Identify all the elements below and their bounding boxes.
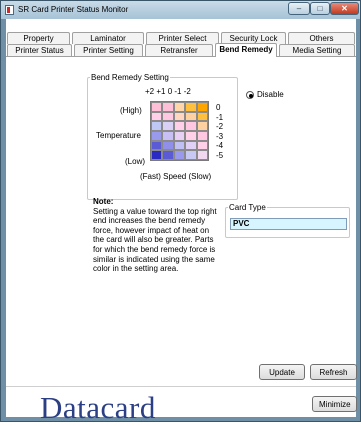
grid-cell[interactable] (173, 111, 186, 122)
temperature-scale: 0 -1 -2 -3 -4 -5 (216, 103, 223, 160)
tab-panel-border (6, 56, 356, 57)
grid-cell[interactable] (162, 111, 174, 122)
tab-media-setting[interactable]: Media Setting (279, 44, 355, 56)
grid-cell[interactable] (151, 140, 163, 151)
app-window: SR Card Printer Status Monitor – □ ✕ Pro… (0, 0, 361, 425)
grid-cell[interactable] (151, 121, 163, 131)
temp-scale-value: 0 (216, 103, 221, 112)
grid-cell[interactable] (196, 150, 208, 160)
grid-cell[interactable] (173, 150, 186, 160)
temp-scale-value: -3 (216, 131, 224, 141)
grid-cell[interactable] (151, 131, 163, 141)
grid-cell[interactable] (151, 150, 163, 160)
grid-cell[interactable] (185, 140, 197, 151)
bend-remedy-grid[interactable] (150, 101, 209, 161)
minimize-button[interactable]: Minimize (312, 396, 357, 412)
speed-values-header: +2 +1 0 -1 -2 (145, 87, 191, 96)
grid-cell[interactable] (196, 102, 208, 112)
grid-cell[interactable] (173, 102, 186, 112)
low-label: (Low) (125, 157, 146, 166)
datacard-logo: Datacard (40, 390, 156, 425)
maximize-window-button[interactable]: □ (310, 2, 330, 15)
client-area: Property Laminator Printer Select Securi… (6, 19, 357, 425)
grid-cell[interactable] (185, 121, 197, 131)
grid-cell[interactable] (173, 121, 186, 131)
grid-cell[interactable] (185, 102, 197, 112)
tab-others[interactable]: Others (288, 32, 355, 44)
grid-cell[interactable] (151, 111, 163, 122)
update-button[interactable]: Update (259, 364, 305, 380)
grid-cell[interactable] (162, 150, 174, 160)
grid-cell[interactable] (151, 102, 163, 112)
disable-label: Disable (257, 90, 284, 99)
card-type-label: Card Type (229, 203, 266, 212)
grid-cell[interactable] (196, 140, 208, 151)
grid-cell[interactable] (185, 111, 197, 122)
tab-printer-setting[interactable]: Printer Setting (74, 44, 143, 56)
temp-scale-value: -1 (216, 112, 224, 122)
note-text: Setting a value toward the top right end… (93, 206, 217, 274)
grid-cell[interactable] (173, 131, 186, 141)
grid-cell[interactable] (162, 121, 174, 131)
grid-cell[interactable] (196, 111, 208, 122)
title-bar[interactable]: SR Card Printer Status Monitor – □ ✕ (1, 1, 360, 19)
tab-laminator[interactable]: Laminator (72, 32, 144, 44)
tab-bend-remedy[interactable]: Bend Remedy (215, 43, 277, 57)
refresh-button[interactable]: Refresh (310, 364, 357, 380)
speed-axis-label: (Fast) Speed (Slow) (140, 172, 212, 181)
card-type-field: PVC (230, 218, 347, 230)
grid-cell[interactable] (173, 140, 186, 151)
grid-cell[interactable] (196, 121, 208, 131)
grid-cell[interactable] (162, 131, 174, 141)
high-label: (High) (120, 106, 142, 115)
note-title: Note: (93, 197, 114, 206)
disable-radio-option[interactable]: Disable (246, 90, 284, 99)
tab-printer-select[interactable]: Printer Select (146, 32, 219, 44)
note-section: Note: Setting a value toward the top rig… (93, 197, 221, 274)
tab-retransfer[interactable]: Retransfer (145, 44, 213, 56)
temp-scale-value: -4 (216, 141, 224, 150)
temperature-label: Temperature (96, 131, 141, 140)
temp-scale-value: -5 (216, 150, 224, 160)
minimize-window-button[interactable]: – (288, 2, 310, 15)
grid-cell[interactable] (196, 131, 208, 141)
close-window-button[interactable]: ✕ (330, 2, 359, 15)
temp-scale-value: -2 (216, 122, 224, 131)
footer-divider (6, 386, 356, 387)
grid-cell[interactable] (162, 102, 174, 112)
printer-app-icon (5, 5, 14, 15)
grid-cell[interactable] (162, 140, 174, 151)
window-title: SR Card Printer Status Monitor (18, 5, 129, 14)
grid-cell[interactable] (185, 150, 197, 160)
tab-printer-status[interactable]: Printer Status (7, 44, 72, 56)
disable-radio[interactable] (246, 90, 254, 99)
bend-remedy-group-label: Bend Remedy Setting (91, 73, 169, 82)
tab-property[interactable]: Property (7, 32, 70, 44)
grid-cell[interactable] (185, 131, 197, 141)
